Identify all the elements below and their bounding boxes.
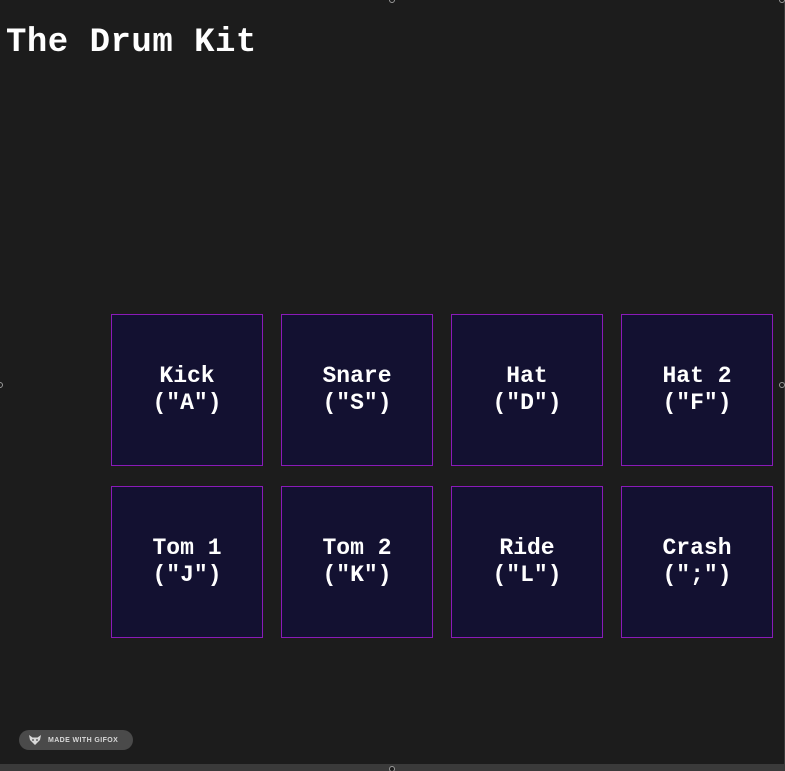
drum-pad-name: Ride	[499, 535, 555, 561]
drum-pad-kick[interactable]: Kick ("A")	[111, 314, 263, 466]
drum-pad-hat-2[interactable]: Hat 2 ("F")	[621, 314, 773, 466]
drum-pad-name: Snare	[322, 363, 392, 389]
made-with-gifox-badge: MADE WITH GIFOX	[19, 730, 133, 750]
drum-pad-name: Crash	[662, 535, 732, 561]
drum-pad-key: ("S")	[322, 390, 392, 416]
resize-handle-middle-right[interactable]	[779, 382, 785, 388]
drum-pad-key: ("K")	[322, 562, 392, 588]
drum-pad-ride[interactable]: Ride ("L")	[451, 486, 603, 638]
drum-pad-name: Kick	[159, 363, 215, 389]
drum-pad-key: ("A")	[152, 390, 222, 416]
drum-pad-name: Hat	[506, 363, 548, 389]
drum-pad-name: Tom 1	[152, 535, 222, 561]
drum-pad-crash[interactable]: Crash (";")	[621, 486, 773, 638]
drum-pad-hat[interactable]: Hat ("D")	[451, 314, 603, 466]
drum-pad-tom-2[interactable]: Tom 2 ("K")	[281, 486, 433, 638]
drum-pad-snare[interactable]: Snare ("S")	[281, 314, 433, 466]
drum-pad-key: ("F")	[662, 390, 732, 416]
drum-pad-key: ("J")	[152, 562, 222, 588]
drum-pad-name: Tom 2	[322, 535, 392, 561]
drum-pad-name: Hat 2	[662, 363, 732, 389]
drum-pad-tom-1[interactable]: Tom 1 ("J")	[111, 486, 263, 638]
fox-icon	[29, 735, 41, 745]
page-title: The Drum Kit	[6, 24, 257, 62]
resize-handle-top-center[interactable]	[389, 0, 395, 3]
resize-handle-bottom-center[interactable]	[389, 766, 395, 771]
drum-pad-key: ("L")	[492, 562, 562, 588]
drum-pad-key: (";")	[662, 562, 732, 588]
resize-handle-middle-left[interactable]	[0, 382, 3, 388]
drum-pad-grid: Kick ("A") Snare ("S") Hat ("D") Hat 2 (…	[111, 314, 773, 638]
badge-label: MADE WITH GIFOX	[48, 736, 119, 744]
drum-pad-key: ("D")	[492, 390, 562, 416]
